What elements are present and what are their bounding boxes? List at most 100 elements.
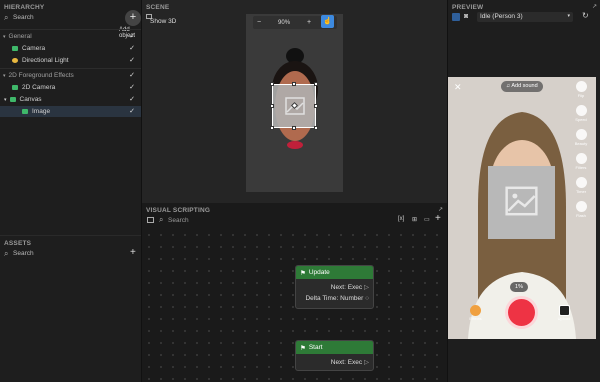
- tree-item-canvas[interactable]: ▾ Canvas ✓: [0, 94, 141, 105]
- variables-icon[interactable]: [x]: [398, 216, 404, 222]
- side-button-flash[interactable]: Flash: [572, 201, 590, 218]
- hierarchy-title: HIERARCHY: [4, 4, 45, 11]
- flag-icon: ⚑: [300, 269, 306, 277]
- panel-icon[interactable]: ▭: [424, 216, 430, 223]
- group-general-label: General: [8, 33, 32, 40]
- percent-badge: 1%: [510, 282, 528, 292]
- resize-handle[interactable]: [314, 126, 318, 130]
- scene-title: SCENE: [146, 4, 170, 11]
- tree-item-2d-camera[interactable]: 2D Camera ✓: [0, 82, 141, 93]
- side-button-filters[interactable]: Filters: [572, 153, 590, 170]
- side-button-label: Beauty: [574, 141, 588, 146]
- node-title: Update: [308, 269, 330, 276]
- preview-title: PREVIEW: [452, 4, 484, 11]
- graph-icon[interactable]: ⊞: [412, 216, 417, 223]
- canvas-icon: [9, 97, 16, 102]
- checkmark-icon[interactable]: ✓: [129, 83, 135, 91]
- resize-handle[interactable]: [292, 126, 296, 130]
- effects-label: Effects: [469, 316, 482, 321]
- resize-handle[interactable]: [270, 82, 274, 86]
- hierarchy-search-input[interactable]: Search: [13, 14, 34, 21]
- add-asset-button[interactable]: +: [130, 247, 136, 258]
- tree-item-camera[interactable]: Camera ✓: [0, 43, 141, 54]
- pin-next-exec[interactable]: Next: Exec ▷: [331, 358, 369, 366]
- side-button-speed[interactable]: Speed: [572, 105, 590, 122]
- checkmark-icon[interactable]: ✓: [129, 44, 135, 52]
- phone-preview[interactable]: ✕ ♫ Add sound Flip Speed Beauty Filters …: [448, 77, 596, 339]
- search-icon: ⌕: [159, 215, 164, 224]
- resize-handle[interactable]: [270, 104, 274, 108]
- refresh-icon[interactable]: ↻: [582, 11, 589, 20]
- side-button-label: Flash: [576, 213, 586, 218]
- add-sound-button[interactable]: ♫ Add sound: [501, 81, 543, 92]
- camera-icon[interactable]: ◙: [464, 13, 468, 20]
- zoom-level: 90%: [278, 19, 291, 26]
- upload-label: Upload: [557, 316, 571, 321]
- close-icon[interactable]: ✕: [454, 82, 462, 93]
- node-start[interactable]: ⚑ Start Next: Exec ▷: [295, 340, 374, 371]
- checkmark-icon[interactable]: ✓: [129, 107, 135, 115]
- flag-icon: ⚑: [300, 344, 306, 352]
- phone-icon[interactable]: [452, 13, 460, 21]
- show-3d-toggle[interactable]: Show 3D: [150, 18, 176, 25]
- tree-item-label: Image: [32, 108, 51, 115]
- add-sound-label: Add sound: [511, 83, 538, 89]
- add-object-button[interactable]: +: [125, 10, 141, 26]
- search-icon: ⌕: [4, 249, 9, 258]
- side-button-beauty[interactable]: Beauty: [572, 129, 590, 146]
- resize-handle[interactable]: [270, 126, 274, 130]
- assets-search-input[interactable]: Search: [13, 250, 34, 257]
- side-button-label: Timer: [575, 189, 587, 194]
- side-button-label: Filters: [575, 165, 587, 170]
- checkmark-icon[interactable]: ✓: [129, 56, 135, 64]
- pin-delta-time[interactable]: Delta Time: Number ○: [305, 295, 369, 302]
- node-update[interactable]: ⚑ Update Next: Exec ▷ Delta Time: Number …: [295, 265, 374, 309]
- person-select[interactable]: Idle (Person 3) ▾: [477, 12, 573, 22]
- pin-label: Next: Exec: [330, 284, 363, 291]
- upload-button[interactable]: Upload: [555, 305, 573, 321]
- resize-handle[interactable]: [314, 82, 318, 86]
- video-icon[interactable]: [147, 217, 154, 223]
- upload-icon: [558, 305, 570, 316]
- assets-title: ASSETS: [4, 240, 32, 247]
- tree-item-directional-light[interactable]: Directional Light ✓: [0, 55, 141, 66]
- side-button-timer[interactable]: Timer: [572, 177, 590, 194]
- side-button-label: Speed: [575, 117, 587, 122]
- group-2d-foreground-effects[interactable]: ▾ 2D Foreground Effects ✓: [0, 70, 141, 81]
- side-button-label: Flip: [577, 93, 585, 98]
- light-icon: [12, 58, 18, 63]
- add-node-button[interactable]: +: [435, 213, 441, 224]
- camera-icon: [12, 85, 18, 90]
- resize-handle[interactable]: [292, 82, 296, 86]
- image-placeholder-icon: [505, 186, 538, 216]
- resize-handle[interactable]: [314, 104, 318, 108]
- image-icon: [22, 109, 28, 114]
- music-icon: ♫: [506, 83, 511, 89]
- touch-icon[interactable]: ☝: [321, 15, 334, 28]
- pin-next-exec[interactable]: Next: Exec ▷: [331, 283, 369, 291]
- group-2d-label: 2D Foreground Effects: [8, 72, 74, 79]
- node-graph-canvas[interactable]: ⚑ Update Next: Exec ▷ Delta Time: Number …: [143, 229, 446, 382]
- checkmark-icon[interactable]: ✓: [129, 95, 135, 103]
- tree-item-label: 2D Camera: [22, 84, 56, 91]
- checkmark-icon[interactable]: ✓: [129, 71, 135, 79]
- node-header: ⚑ Update: [296, 266, 373, 279]
- tree-item-image[interactable]: Image ✓: [0, 106, 141, 117]
- vs-search-input[interactable]: Search: [168, 217, 189, 224]
- group-general[interactable]: ▾ General ✓: [0, 31, 141, 42]
- record-button[interactable]: [505, 296, 538, 329]
- person-select-value: Idle (Person 3): [480, 13, 523, 20]
- chevron-down-icon: ▾: [567, 13, 570, 19]
- popout-icon[interactable]: ↗: [438, 206, 443, 213]
- side-button-flip[interactable]: Flip: [572, 81, 590, 98]
- popout-icon[interactable]: ↗: [592, 3, 597, 10]
- pin-label: Next: Exec: [330, 359, 363, 366]
- zoom-out-button[interactable]: −: [257, 19, 261, 26]
- zoom-in-button[interactable]: +: [307, 19, 311, 26]
- assets-panel: ASSETS ⌕ Search +: [0, 235, 141, 382]
- checkmark-icon[interactable]: ✓: [129, 32, 135, 40]
- hierarchy-panel: HIERARCHY ⌕ Search + Add object ▾ General…: [0, 0, 141, 235]
- visual-scripting-title: VISUAL SCRIPTING: [146, 207, 211, 214]
- effects-button[interactable]: Effects: [468, 305, 483, 321]
- selected-image-placeholder[interactable]: [270, 82, 318, 130]
